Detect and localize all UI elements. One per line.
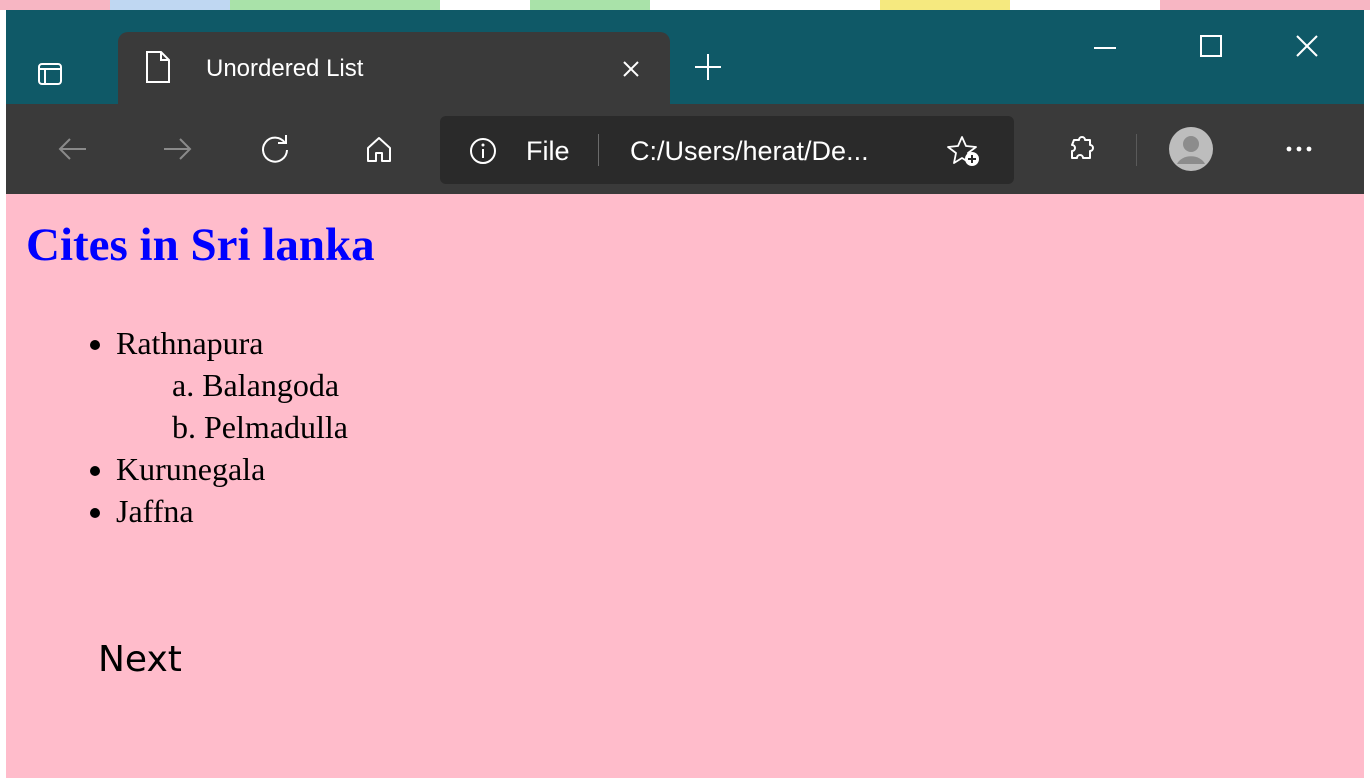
info-icon[interactable]: [468, 136, 498, 166]
home-button[interactable]: [356, 126, 402, 172]
active-tab[interactable]: Unordered List: [118, 32, 670, 104]
list-item: Kurunegala: [116, 448, 348, 490]
home-icon: [367, 137, 391, 162]
refresh-icon: [262, 135, 288, 163]
city-list: Rathnapura a. Balangoda b. Pelmadulla Ku…: [116, 322, 348, 532]
more-icon: [1286, 146, 1312, 152]
site-info-label[interactable]: File: [526, 136, 570, 167]
address-separator: [598, 134, 599, 166]
browser-window: Unordered List File C:/Users/herat/De...…: [6, 10, 1364, 778]
tab-actions-icon: [38, 63, 62, 85]
list-item: Jaffna: [116, 490, 348, 532]
navigation-toolbar: File C:/Users/herat/De...: [6, 104, 1364, 194]
page-content: Cites in Sri lanka Rathnapura a. Balango…: [6, 194, 1364, 778]
extensions-button[interactable]: [1058, 126, 1104, 172]
tab-title: Unordered List: [206, 55, 364, 82]
extensions-icon: [1071, 136, 1094, 159]
toolbar-separator: [1136, 134, 1137, 166]
forward-button[interactable]: [154, 126, 200, 172]
sub-list: a. Balangoda b. Pelmadulla: [116, 364, 348, 448]
next-label: Next: [98, 639, 182, 680]
list-item: Rathnapura a. Balangoda b. Pelmadulla: [116, 322, 348, 448]
minimize-icon[interactable]: [1080, 28, 1130, 68]
refresh-button[interactable]: [252, 126, 298, 172]
maximize-icon[interactable]: [1186, 28, 1236, 68]
city-name: Kurunegala: [116, 451, 266, 487]
url-text[interactable]: C:/Users/herat/De...: [630, 136, 869, 167]
page-icon: [146, 51, 170, 83]
avatar-icon: [1169, 127, 1213, 171]
city-name: Jaffna: [116, 493, 194, 529]
sub-list-item: b. Pelmadulla: [172, 409, 348, 445]
tab-close-icon[interactable]: [616, 54, 646, 84]
close-icon[interactable]: [1282, 28, 1332, 68]
title-bar: Unordered List: [6, 10, 1364, 104]
add-favorite-icon[interactable]: [946, 134, 982, 168]
sub-list-item: a. Balangoda: [172, 367, 340, 403]
back-button[interactable]: [50, 126, 96, 172]
address-bar[interactable]: File C:/Users/herat/De...: [440, 116, 1014, 184]
arrow-right-icon: [164, 138, 192, 160]
arrow-left-icon: [58, 138, 86, 160]
new-tab-icon[interactable]: [691, 50, 725, 84]
page-heading: Cites in Sri lanka: [26, 219, 375, 271]
tab-actions-button[interactable]: [30, 54, 70, 94]
city-name: Rathnapura: [116, 325, 264, 361]
background-color-band: [0, 0, 1370, 10]
profile-button[interactable]: [1168, 126, 1214, 172]
settings-more-button[interactable]: [1276, 126, 1322, 172]
